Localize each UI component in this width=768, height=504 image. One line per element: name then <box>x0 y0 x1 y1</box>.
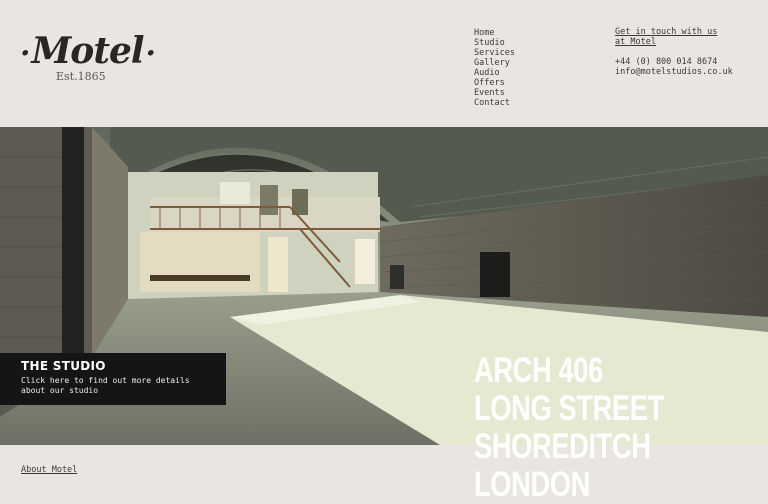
address-line: LONG STREET <box>474 389 664 428</box>
nav-audio[interactable]: Audio <box>474 68 515 78</box>
nav-gallery[interactable]: Gallery <box>474 58 515 68</box>
address-block: ARCH 406 LONG STREET SHOREDITCH LONDON <box>474 352 664 504</box>
about-motel-link[interactable]: About Motel <box>21 465 77 475</box>
contact-link[interactable]: Get in touch with us at Motel <box>615 27 725 47</box>
contact-block: Get in touch with us at Motel +44 (0) 80… <box>615 27 733 77</box>
address-line: SHOREDITCH <box>474 427 651 466</box>
nav-offers[interactable]: Offers <box>474 78 515 88</box>
studio-info-box[interactable]: THE STUDIO Click here to find out more d… <box>0 353 226 405</box>
nav-studio[interactable]: Studio <box>474 38 515 48</box>
address-line: LONDON <box>474 465 590 504</box>
logo-wordmark: Motel <box>20 30 155 75</box>
nav-services[interactable]: Services <box>474 48 515 58</box>
main-nav: Home Studio Services Gallery Audio Offer… <box>474 28 515 108</box>
studio-description: Click here to find out more details abou… <box>21 376 190 395</box>
address-line: ARCH 406 <box>474 351 603 390</box>
studio-heading: THE STUDIO <box>21 359 106 373</box>
contact-email[interactable]: info@motelstudios.co.uk <box>615 67 733 77</box>
nav-contact[interactable]: Contact <box>474 98 515 108</box>
logo-established: Est.1865 <box>56 70 106 83</box>
motel-logo[interactable]: Motel Est.1865 <box>20 30 144 85</box>
contact-phone: +44 (0) 800 014 8674 <box>615 57 718 67</box>
nav-home[interactable]: Home <box>474 28 515 38</box>
nav-events[interactable]: Events <box>474 88 515 98</box>
